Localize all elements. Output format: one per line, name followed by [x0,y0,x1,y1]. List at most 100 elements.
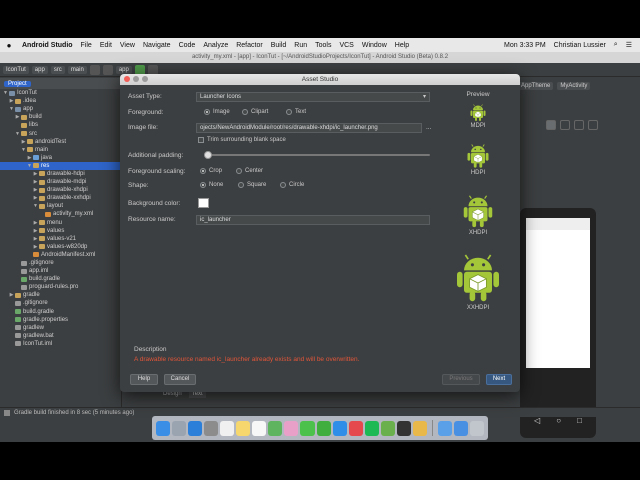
menu-file[interactable]: File [77,42,96,49]
menu-view[interactable]: View [116,42,139,49]
expand-toggle-icon[interactable]: ▶ [32,194,39,202]
zoom-in-icon[interactable] [560,120,570,130]
expand-toggle-icon[interactable]: ▶ [32,186,39,194]
downloads-icon[interactable] [453,420,468,436]
tree-item[interactable]: ▶ .idea [0,97,121,105]
tree-item[interactable]: ▼ layout [0,202,121,210]
zoom-out-icon[interactable] [574,120,584,130]
trash-icon[interactable] [469,420,484,436]
menu-code[interactable]: Code [175,42,200,49]
toolbar-button[interactable] [102,64,113,75]
tree-item[interactable]: ▶ build [0,113,121,121]
expand-toggle-icon[interactable]: ▶ [32,178,39,186]
search-icon[interactable]: ⌕ [610,41,622,49]
tree-item[interactable]: proguard-rules.pro [0,283,121,291]
tree-item[interactable]: ▼ res [0,161,121,170]
zoom-fit-icon[interactable] [546,120,556,130]
expand-toggle-icon[interactable]: ▼ [26,162,33,170]
chrome-icon[interactable] [412,420,427,436]
image-file-input[interactable]: ojects/NewAndroidModule/root/res/drawabl… [196,123,422,133]
tree-item[interactable]: AndroidManifest.xml [0,251,121,259]
finder-icon[interactable] [156,420,171,436]
activity-chip[interactable]: MyActivity [557,82,591,90]
foreground-radio-clipart[interactable]: Clipart [242,109,268,115]
menu-edit[interactable]: Edit [96,42,116,49]
menu-tools[interactable]: Tools [311,42,335,49]
expand-toggle-icon[interactable]: ▼ [2,89,9,97]
expand-toggle-icon[interactable]: ▶ [20,138,27,146]
messages-icon[interactable] [300,420,315,436]
list-icon[interactable]: ☰ [622,41,636,49]
expand-toggle-icon[interactable]: ▶ [14,113,21,121]
clock[interactable]: Mon 3:33 PM [500,42,550,49]
slider-knob[interactable] [204,151,212,159]
run-icon[interactable] [134,64,145,75]
minimize-window-icon[interactable] [133,76,139,82]
breadcrumb-src[interactable]: src [50,65,65,74]
previous-button[interactable]: Previous [442,374,480,385]
tool-window-icon[interactable] [4,409,10,416]
app-store-icon[interactable] [332,420,347,436]
tree-item[interactable]: .gitignore [0,259,121,267]
tree-item[interactable]: ▶ menu [0,219,121,227]
tree-item[interactable]: activity_my.xml [0,210,121,218]
tree-item[interactable]: ▶ drawable-xxhdpi [0,194,121,202]
facetime-icon[interactable] [316,420,331,436]
zoom-window-icon[interactable] [142,76,148,82]
tree-item[interactable]: build.gradle [0,308,121,316]
reminders-icon[interactable] [252,420,267,436]
trim-checkbox[interactable]: Trim surrounding blank space [198,137,286,143]
breadcrumb-app[interactable]: app [31,65,48,74]
project-tab[interactable]: Project [4,80,31,87]
expand-toggle-icon[interactable]: ▶ [8,97,15,105]
calendar-icon[interactable] [220,420,235,436]
tree-item[interactable]: build.gradle [0,275,121,283]
browse-button[interactable]: ... [426,124,431,131]
cancel-button[interactable]: Cancel [164,374,196,385]
expand-toggle-icon[interactable]: ▼ [32,202,39,210]
expand-toggle-icon[interactable]: ▼ [8,105,15,113]
app-menu[interactable]: Android Studio [18,42,77,49]
help-button[interactable]: Help [130,374,158,385]
toolbar-button[interactable] [89,64,100,75]
refresh-icon[interactable] [588,120,598,130]
next-button[interactable]: Next [486,374,512,385]
tree-item[interactable]: IconTut.iml [0,340,121,348]
system-preferences-icon[interactable] [204,420,219,436]
foreground-radio-image[interactable]: Image [204,109,230,115]
menu-vcs[interactable]: VCS [335,42,357,49]
padding-slider[interactable] [204,151,430,159]
launchpad-icon[interactable] [172,420,187,436]
expand-toggle-icon[interactable]: ▶ [26,154,33,162]
breadcrumb-main[interactable]: main [67,65,87,74]
documents-icon[interactable] [437,420,452,436]
menu-window[interactable]: Window [358,42,391,49]
shape-radio-none[interactable]: None [200,182,223,188]
scaling-radio-center[interactable]: Center [236,168,263,174]
expand-toggle-icon[interactable]: ▶ [32,170,39,178]
theme-chip[interactable]: AppTheme [518,82,554,90]
expand-toggle-icon[interactable]: ▶ [32,219,39,227]
tree-item[interactable]: app.iml [0,267,121,275]
menu-build[interactable]: Build [267,42,291,49]
resource-name-input[interactable]: ic_launcher [196,215,430,225]
breadcrumb-project[interactable]: IconTut [3,65,29,74]
safari-icon[interactable] [188,420,203,436]
tree-item[interactable]: .gitignore [0,299,121,307]
music-icon[interactable] [348,420,363,436]
foreground-radio-text[interactable]: Text [286,109,306,115]
tree-item[interactable]: ▶ drawable-mdpi [0,178,121,186]
expand-toggle-icon[interactable]: ▶ [32,235,39,243]
tree-item[interactable]: ▶ androidTest [0,138,121,146]
menu-help[interactable]: Help [391,42,413,49]
expand-toggle-icon[interactable]: ▼ [20,146,27,154]
close-window-icon[interactable] [124,76,130,82]
shape-radio-square[interactable]: Square [238,182,266,188]
android-studio-icon[interactable] [380,420,395,436]
tree-item[interactable]: ▼ app [0,105,121,113]
tree-item[interactable]: ▶ values-w820dp [0,243,121,251]
notes-icon[interactable] [236,420,251,436]
tree-item[interactable]: libs [0,121,121,129]
shape-radio-circle[interactable]: Circle [280,182,304,188]
menu-run[interactable]: Run [290,42,311,49]
